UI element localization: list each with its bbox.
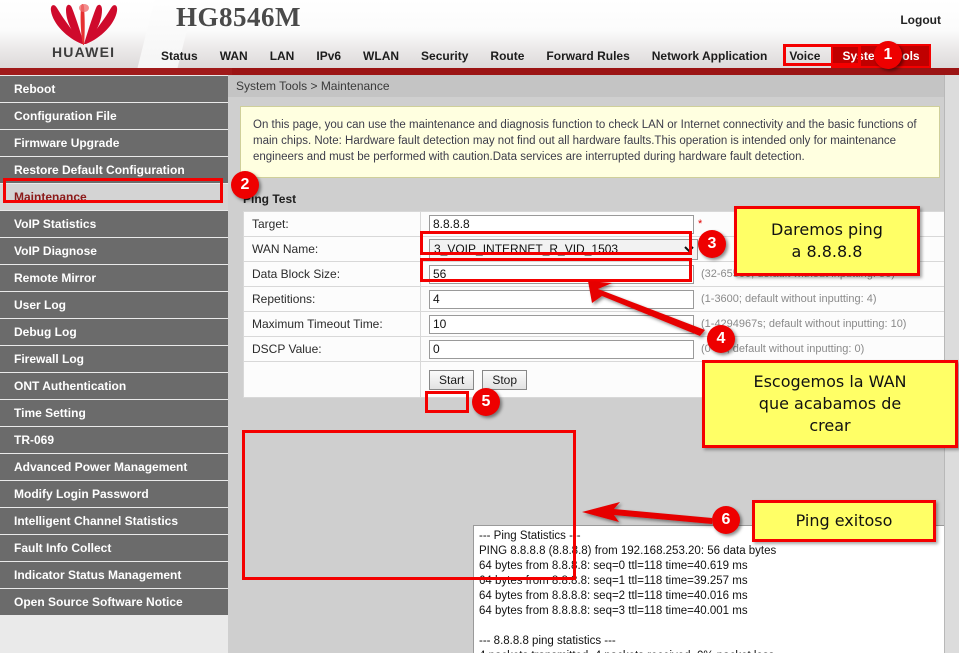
sidebar-item-maintenance[interactable]: Maintenance: [0, 184, 228, 210]
nav-item-voice[interactable]: Voice: [778, 45, 831, 67]
nav-item-network-application[interactable]: Network Application: [641, 45, 779, 67]
sidebar-item-time-setting[interactable]: Time Setting: [0, 400, 228, 426]
info-notice: On this page, you can use the maintenanc…: [240, 106, 940, 178]
ping-field-hint: (0-63; default without inputting: 0): [701, 343, 864, 355]
sidebar-item-voip-diagnose[interactable]: VoIP Diagnose: [0, 238, 228, 264]
sidebar-item-debug-log[interactable]: Debug Log: [0, 319, 228, 345]
stop-ping-button[interactable]: Stop: [482, 370, 527, 390]
ping-result-wrapper: --- Ping Statistics --- PING 8.8.8.8 (8.…: [473, 525, 959, 653]
ping-field-label: DSCP Value:: [244, 337, 421, 362]
start-ping-button[interactable]: Start: [429, 370, 474, 390]
table-row: Target: *: [244, 212, 948, 237]
ping-field-cell: *: [421, 212, 948, 237]
page-header: HUAWEI HG8546M Logout StatusWANLANIPv6WL…: [0, 0, 959, 68]
ping-field-label: WAN Name:: [244, 237, 421, 262]
sidebar-item-modify-login-password[interactable]: Modify Login Password: [0, 481, 228, 507]
ping-dscp-value-input[interactable]: [429, 340, 694, 359]
sidebar-item-tr-069[interactable]: TR-069: [0, 427, 228, 453]
ping-test-form: Target: * WAN Name: 3_VOIP_INTERNET_R_VID_1…: [243, 211, 948, 398]
main-navigation: StatusWANLANIPv6WLANSecurityRouteForward…: [150, 44, 931, 68]
ping-field-hint: (1-3600; default without inputting: 4): [701, 293, 877, 305]
logout-button[interactable]: Logout: [900, 13, 941, 27]
sidebar-item-restore-default-configuration[interactable]: Restore Default Configuration: [0, 157, 228, 183]
table-row: Data Block Size: (32-65500; default witho…: [244, 262, 948, 287]
content-inner: On this page, you can use the maintenanc…: [228, 97, 959, 653]
sidebar-item-advanced-power-management[interactable]: Advanced Power Management: [0, 454, 228, 480]
ping-result-output[interactable]: --- Ping Statistics --- PING 8.8.8.8 (8.…: [473, 525, 959, 653]
nav-item-wan[interactable]: WAN: [209, 45, 259, 67]
huawei-logo-icon: HUAWEI: [24, 2, 144, 64]
nav-item-forward-rules[interactable]: Forward Rules: [535, 45, 640, 67]
breadcrumb: System Tools > Maintenance: [228, 75, 959, 97]
ping-field-cell: (0-63; default without inputting: 0): [421, 337, 948, 362]
brand-wordmark: HUAWEI: [52, 44, 115, 60]
nav-item-lan[interactable]: LAN: [259, 45, 306, 67]
nav-item-system-tools[interactable]: System Tools: [831, 44, 930, 68]
ping-button-spacer: [244, 362, 421, 398]
ping-maximum-timeout-time-input[interactable]: [429, 315, 694, 334]
ping-field-cell: (1-3600; default without inputting: 4): [421, 287, 948, 312]
sidebar-item-indicator-status-management[interactable]: Indicator Status Management: [0, 562, 228, 588]
ping-field-cell: 3_VOIP_INTERNET_R_VID_1503: [421, 237, 948, 262]
sidebar-item-ont-authentication[interactable]: ONT Authentication: [0, 373, 228, 399]
sidebar-item-remote-mirror[interactable]: Remote Mirror: [0, 265, 228, 291]
table-row: Repetitions: (1-3600; default without inp…: [244, 287, 948, 312]
ping-test-title: Ping Test: [236, 190, 949, 211]
page-title: HG8546M: [176, 2, 301, 33]
ping-target-input[interactable]: [429, 215, 694, 234]
ping-field-cell: (32-65500; default without inputting: 56…: [421, 262, 948, 287]
ping-field-label: Target:: [244, 212, 421, 237]
table-row: WAN Name: 3_VOIP_INTERNET_R_VID_1503: [244, 237, 948, 262]
body-area: RebootConfiguration FileFirmware Upgrade…: [0, 75, 959, 653]
ping-field-cell: (1-4294967s; default without inputting: …: [421, 312, 948, 337]
nav-item-route[interactable]: Route: [479, 45, 535, 67]
sidebar-item-firmware-upgrade[interactable]: Firmware Upgrade: [0, 130, 228, 156]
ping-field-label: Data Block Size:: [244, 262, 421, 287]
ping-data-block-size-input[interactable]: [429, 265, 694, 284]
content-area: System Tools > Maintenance On this page,…: [228, 75, 959, 653]
sidebar-item-firewall-log[interactable]: Firewall Log: [0, 346, 228, 372]
nav-item-security[interactable]: Security: [410, 45, 479, 67]
sidebar-item-user-log[interactable]: User Log: [0, 292, 228, 318]
ping-wan-name-select[interactable]: 3_VOIP_INTERNET_R_VID_1503: [429, 239, 698, 260]
router-admin-page: HUAWEI HG8546M Logout StatusWANLANIPv6WL…: [0, 0, 959, 653]
sidebar-item-configuration-file[interactable]: Configuration File: [0, 103, 228, 129]
ping-field-hint: (1-4294967s; default without inputting: …: [701, 318, 906, 330]
ping-field-label: Repetitions:: [244, 287, 421, 312]
ping-button-cell: Start Stop: [421, 362, 948, 398]
page-scrollbar[interactable]: [944, 75, 959, 653]
ping-button-row: Start Stop: [244, 362, 948, 398]
table-row: DSCP Value: (0-63; default without inputt…: [244, 337, 948, 362]
required-asterisk: *: [698, 218, 702, 230]
table-row: Maximum Timeout Time: (1-4294967s; defaul…: [244, 312, 948, 337]
sidebar-item-reboot[interactable]: Reboot: [0, 76, 228, 102]
nav-item-ipv6[interactable]: IPv6: [305, 45, 352, 67]
nav-item-status[interactable]: Status: [150, 45, 209, 67]
ping-test-panel: Ping Test Target: * WAN Name: 3_VOIP_INTERN…: [236, 190, 949, 398]
nav-item-wlan[interactable]: WLAN: [352, 45, 410, 67]
sidebar-item-open-source-software-notice[interactable]: Open Source Software Notice: [0, 589, 228, 615]
header-red-bar-left: [0, 68, 232, 75]
ping-field-hint: (32-65500; default without inputting: 56…: [701, 268, 895, 280]
header-red-bar: [0, 68, 959, 75]
sidebar-item-fault-info-collect[interactable]: Fault Info Collect: [0, 535, 228, 561]
sidebar-menu: RebootConfiguration FileFirmware Upgrade…: [0, 75, 228, 653]
ping-field-label: Maximum Timeout Time:: [244, 312, 421, 337]
sidebar-item-intelligent-channel-statistics[interactable]: Intelligent Channel Statistics: [0, 508, 228, 534]
ping-repetitions-input[interactable]: [429, 290, 694, 309]
sidebar-item-voip-statistics[interactable]: VoIP Statistics: [0, 211, 228, 237]
